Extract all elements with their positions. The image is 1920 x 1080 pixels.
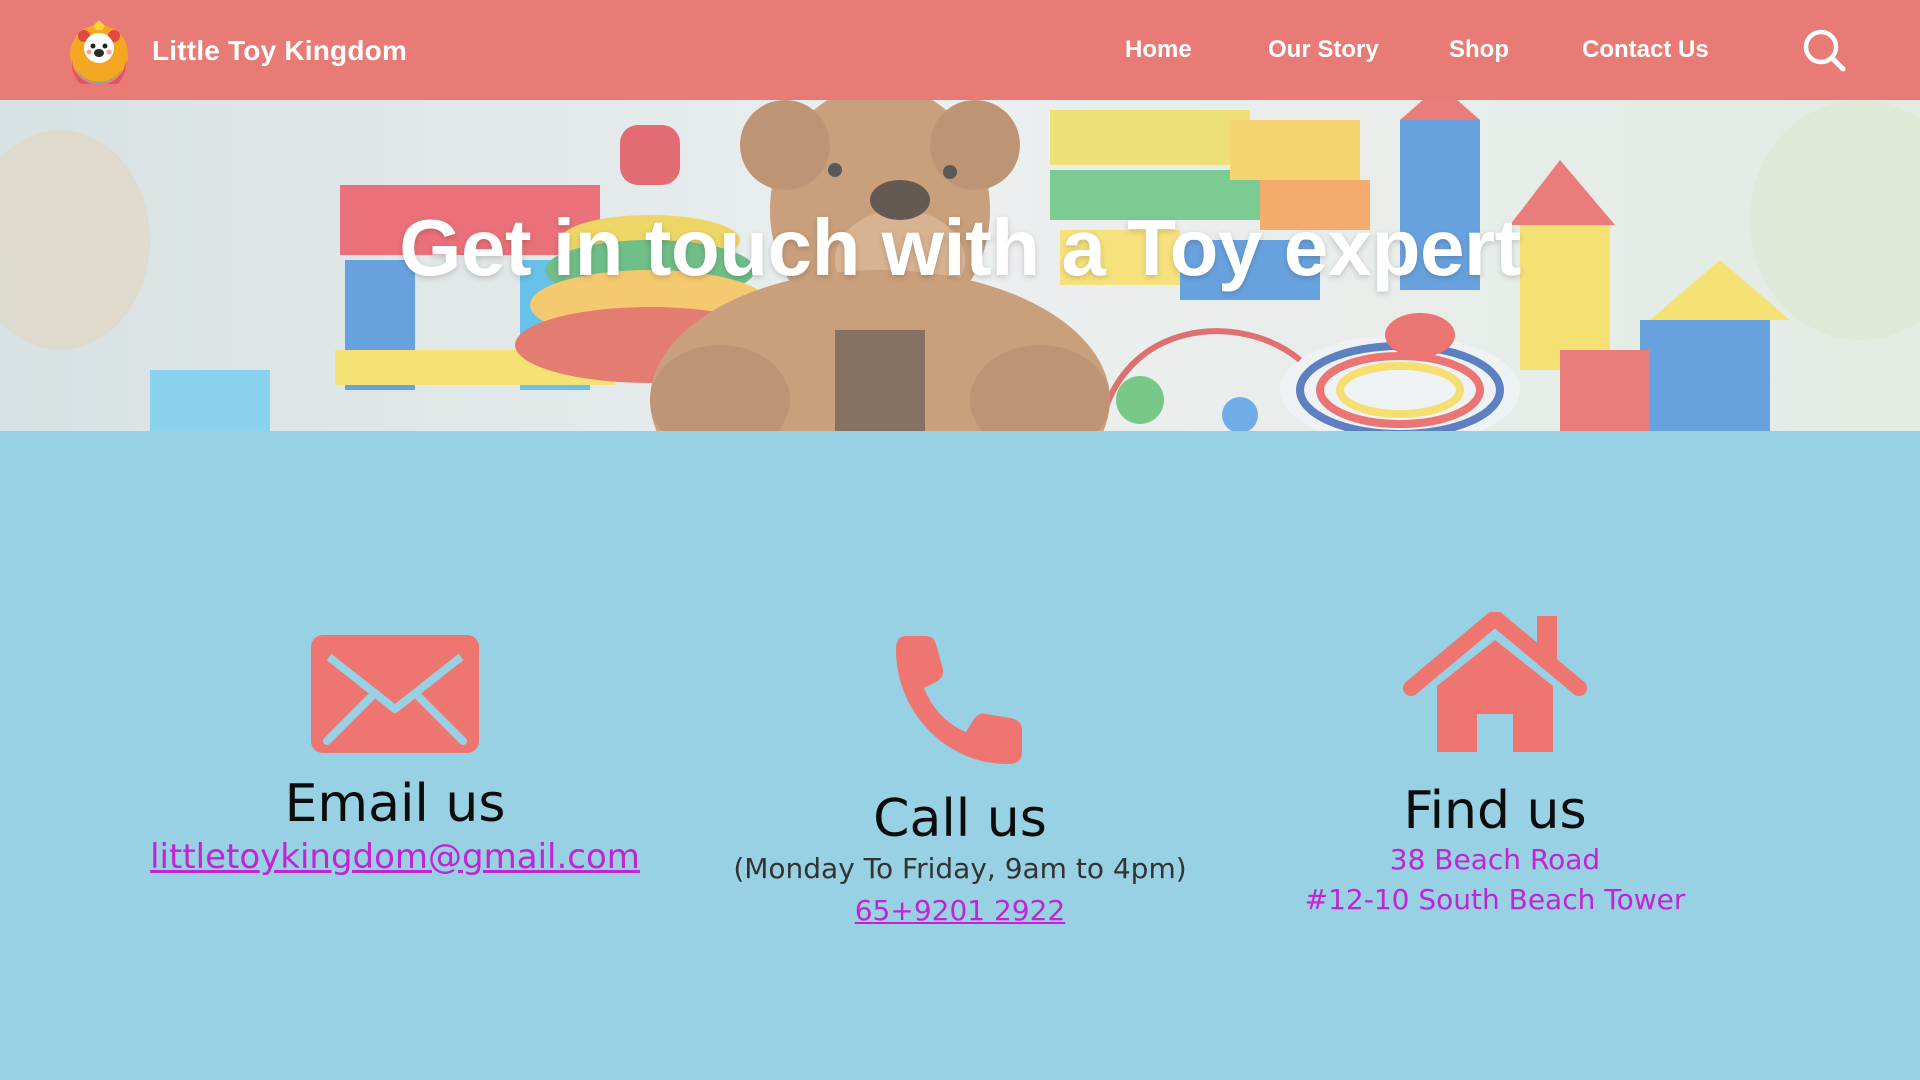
brand[interactable]: Little Toy Kingdom <box>66 18 407 84</box>
location-contact: Find us 38 Beach Road #12-10 South Beach… <box>1270 612 1720 920</box>
house-icon <box>1403 612 1587 752</box>
nav-contact-us[interactable]: Contact Us <box>1582 36 1709 64</box>
address-line-1: 38 Beach Road <box>1389 843 1601 876</box>
brand-name: Little Toy Kingdom <box>152 35 408 66</box>
location-title: Find us <box>1403 781 1587 841</box>
navbar: Little Toy Kingdom Home Our Story Shop C… <box>0 0 1920 100</box>
bear-mascot-logo <box>70 20 128 84</box>
hero-banner: Get in touch with a Toy expert <box>0 100 1920 431</box>
email-link[interactable]: littletoykingdom@gmail.com <box>150 833 640 881</box>
hero-title: Get in touch with a Toy expert <box>399 203 1521 292</box>
search-icon[interactable] <box>1802 28 1846 72</box>
nav-home[interactable]: Home <box>1125 36 1192 64</box>
phone-title: Call us <box>873 789 1047 849</box>
phone-hours: (Monday To Friday, 9am to 4pm) <box>733 852 1187 885</box>
envelope-icon <box>311 635 479 753</box>
phone-contact: Call us (Monday To Friday, 9am to 4pm) 6… <box>720 620 1200 932</box>
nav-our-story[interactable]: Our Story <box>1268 36 1379 64</box>
phone-link[interactable]: 65+9201 2922 <box>720 890 1200 932</box>
email-contact: Email us littletoykingdom@gmail.com <box>150 620 640 881</box>
address-line-2: #12-10 South Beach Tower <box>1304 883 1686 916</box>
phone-icon <box>896 636 1022 764</box>
nav-shop[interactable]: Shop <box>1449 36 1509 64</box>
email-title: Email us <box>284 774 506 834</box>
